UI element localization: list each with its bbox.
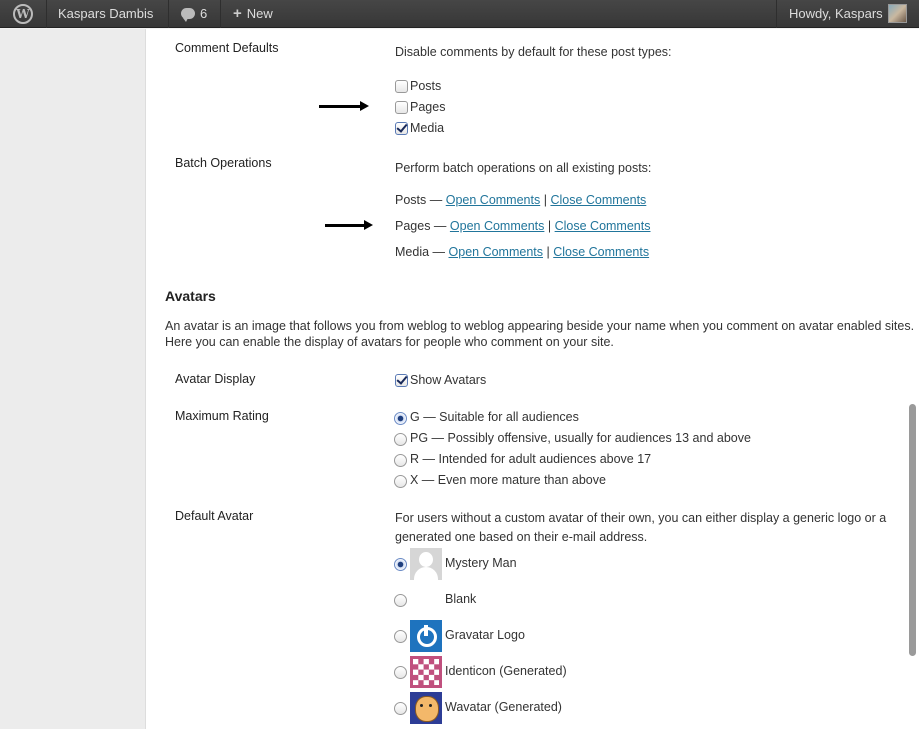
show-avatars-label[interactable]: Show Avatars — [410, 373, 486, 387]
avatars-heading: Avatars — [165, 288, 216, 304]
avatar-display-label: Avatar Display — [175, 372, 256, 386]
rating-g-label[interactable]: G — Suitable for all audiences — [410, 410, 579, 424]
wordpress-logo-icon[interactable]: W — [0, 0, 46, 28]
avatars-intro-line2: Here you can enable the display of avata… — [165, 335, 614, 349]
default-avatar-label: Default Avatar — [175, 509, 254, 523]
divider — [220, 0, 221, 28]
mystery-man-icon — [410, 548, 442, 580]
comment-bubble-icon — [181, 8, 195, 22]
avatars-intro-line1: An avatar is an image that follows you f… — [165, 319, 915, 333]
wavatar-label[interactable]: Wavatar (Generated) — [445, 700, 562, 714]
separator: | — [543, 193, 547, 207]
arrow-annotation-icon — [319, 101, 369, 111]
comment-defaults-description: Disable comments by default for these po… — [395, 45, 672, 59]
pages-checkbox[interactable] — [395, 101, 408, 114]
posts-checkbox-label[interactable]: Posts — [410, 79, 441, 93]
blank-label[interactable]: Blank — [445, 592, 476, 606]
batch-row-media: Media — Open Comments | Close Comments — [395, 245, 649, 259]
rating-pg-label[interactable]: PG — Possibly offensive, usually for aud… — [410, 431, 751, 445]
media-checkbox[interactable] — [395, 122, 408, 135]
new-label: New — [246, 6, 273, 21]
separator: | — [546, 245, 550, 259]
separator: | — [547, 219, 552, 233]
batch-row-pages: Pages — Open Comments | Close Comments — [395, 219, 650, 233]
gravatar-logo-icon — [410, 620, 442, 652]
settings-content: Comment Defaults Disable comments by def… — [146, 29, 919, 729]
arrow-annotation-icon — [325, 220, 373, 230]
open-comments-pages-link[interactable]: Open Comments — [450, 219, 544, 233]
gravatar-logo-radio[interactable] — [394, 630, 407, 643]
wavatar-radio[interactable] — [394, 702, 407, 715]
close-comments-posts-link[interactable]: Close Comments — [550, 193, 646, 207]
open-comments-posts-link[interactable]: Open Comments — [446, 193, 540, 207]
close-comments-pages-link[interactable]: Close Comments — [555, 219, 651, 233]
batch-operations-label: Batch Operations — [175, 156, 272, 170]
admin-menu-background — [0, 29, 146, 729]
divider — [776, 0, 777, 28]
identicon-label[interactable]: Identicon (Generated) — [445, 664, 567, 678]
scrollbar-thumb[interactable] — [909, 404, 916, 656]
mystery-man-label[interactable]: Mystery Man — [445, 556, 517, 570]
user-avatar[interactable] — [888, 4, 907, 23]
plus-icon: + — [233, 5, 242, 22]
default-avatar-desc-line2: generated one based on their e-mail addr… — [395, 530, 648, 544]
wavatar-icon — [410, 692, 442, 724]
mystery-man-radio[interactable] — [394, 558, 407, 571]
default-avatar-desc-line1: For users without a custom avatar of the… — [395, 511, 887, 525]
batch-row-posts: Posts — Open Comments | Close Comments — [395, 193, 646, 207]
comment-defaults-label: Comment Defaults — [175, 41, 279, 55]
divider — [46, 0, 47, 28]
gravatar-logo-label[interactable]: Gravatar Logo — [445, 628, 525, 642]
batch-operations-description: Perform batch operations on all existing… — [395, 161, 652, 175]
rating-g-radio[interactable] — [394, 412, 407, 425]
blank-radio[interactable] — [394, 594, 407, 607]
rating-r-radio[interactable] — [394, 454, 407, 467]
rating-x-radio[interactable] — [394, 475, 407, 488]
identicon-icon — [410, 656, 442, 688]
comments-link[interactable]: 6 — [181, 0, 207, 28]
identicon-radio[interactable] — [394, 666, 407, 679]
open-comments-media-link[interactable]: Open Comments — [449, 245, 543, 259]
show-avatars-checkbox[interactable] — [395, 374, 408, 387]
close-comments-media-link[interactable]: Close Comments — [553, 245, 649, 259]
maximum-rating-label: Maximum Rating — [175, 409, 269, 423]
comments-count: 6 — [200, 6, 208, 21]
media-checkbox-label[interactable]: Media — [410, 121, 444, 135]
divider — [168, 0, 169, 28]
batch-type-label: Media — — [395, 245, 446, 259]
admin-bar: W Kaspars Dambis 6 + New Howdy, Kaspars — [0, 0, 919, 28]
pages-checkbox-label[interactable]: Pages — [410, 100, 445, 114]
rating-pg-radio[interactable] — [394, 433, 407, 446]
batch-type-label: Pages — — [395, 219, 447, 233]
posts-checkbox[interactable] — [395, 80, 408, 93]
batch-type-label: Posts — — [395, 193, 443, 207]
site-name-link[interactable]: Kaspars Dambis — [58, 0, 153, 28]
my-account-link[interactable]: Howdy, Kaspars — [789, 0, 883, 28]
rating-x-label[interactable]: X — Even more mature than above — [410, 473, 606, 487]
rating-r-label[interactable]: R — Intended for adult audiences above 1… — [410, 452, 651, 466]
new-content-link[interactable]: + New — [233, 0, 273, 28]
